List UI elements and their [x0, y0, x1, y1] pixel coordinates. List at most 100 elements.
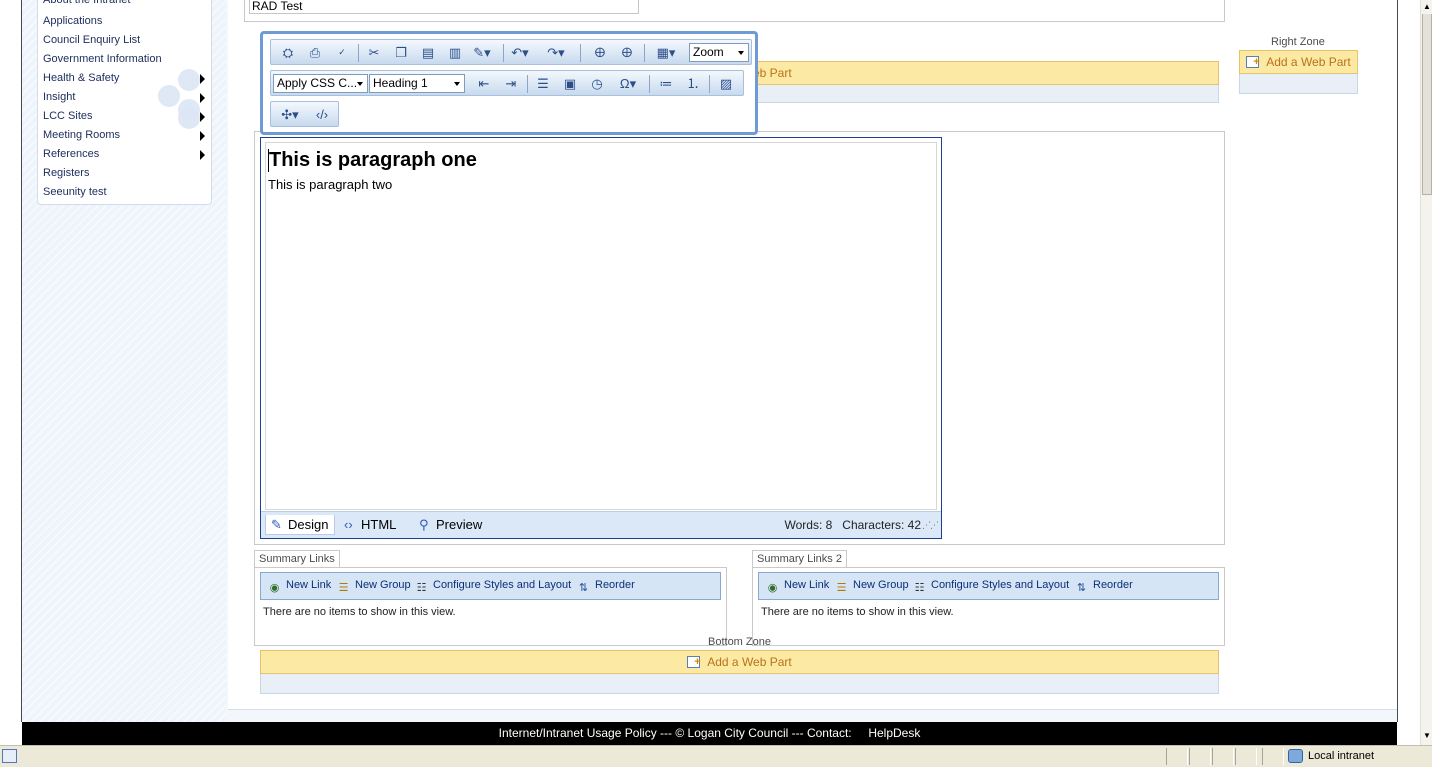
submenu-arrow-icon[interactable] [200, 74, 205, 84]
toolbar-separator [644, 44, 645, 62]
right-zone-label: Right Zone [1271, 36, 1325, 48]
paste-text-icon[interactable]: ▥ [444, 43, 466, 62]
bottom-zone-label: Bottom Zone [708, 636, 771, 648]
reorder-label: Reorder [1093, 579, 1133, 591]
quicklaunch-item-council-enquiry[interactable]: Council Enquiry List [43, 31, 140, 50]
redo-icon[interactable]: ↷▾ [545, 43, 567, 62]
globe-link-icon: ◉ [269, 582, 280, 594]
summary-links-toolbar: ◉ New Link ☰ New Group ☷ Configure Styles a… [260, 572, 721, 600]
remove-link-icon[interactable]: 🜨 [616, 43, 638, 62]
spellcheck-icon[interactable]: ✓ [331, 43, 353, 62]
quicklaunch-item-about[interactable]: About the Intranet [43, 0, 130, 10]
datetime-icon[interactable]: ◷ [586, 74, 608, 93]
css-class-select[interactable]: Apply CSS C... [273, 74, 368, 93]
indent-icon[interactable]: ⇥ [500, 74, 522, 93]
configure-styles-label: Configure Styles and Layout [433, 579, 572, 591]
quicklaunch-item-references[interactable]: References [43, 145, 99, 164]
quicklaunch-item-insight[interactable]: Insight [43, 88, 75, 107]
copy-icon[interactable]: ❐ [390, 43, 412, 62]
top-zone-add-webpart-button[interactable]: eb Part [730, 61, 1219, 85]
submenu-arrow-icon[interactable] [200, 150, 205, 160]
browser-status-bar: Local intranet [0, 745, 1432, 767]
page-title-field[interactable]: RAD Test [249, 0, 639, 14]
table-icon[interactable]: ▦▾ [651, 43, 681, 62]
numbered-list-icon[interactable]: ⒈ [682, 74, 704, 93]
tab-preview-label: Preview [436, 517, 483, 532]
toolbar-row-3: ✣▾ ‹/› [270, 101, 339, 127]
configure-styles-button[interactable]: ☷ Configure Styles and Layout [414, 579, 572, 595]
reorder-button[interactable]: ⇅ Reorder [1074, 579, 1133, 595]
editor-mode-bar: ✎ Design ‹› HTML ⚲ Preview Words: 8 Charact… [261, 511, 941, 538]
editor-content-area[interactable]: This is paragraph one This is paragraph … [265, 142, 937, 510]
print-icon[interactable]: ⎙ [304, 43, 326, 62]
editor-paragraph[interactable]: This is paragraph two [268, 177, 392, 192]
undo-icon[interactable]: ↶▾ [509, 43, 531, 62]
quicklaunch-item-lcc-sites[interactable]: LCC Sites [43, 107, 93, 126]
zoom-select[interactable]: Zoom [689, 43, 749, 62]
symbol-icon[interactable]: Ω▾ [613, 74, 643, 93]
left-gutter [0, 0, 22, 722]
status-cell [1262, 748, 1284, 765]
words-count: Words: 8 [784, 518, 833, 532]
quicklaunch-item-seeunity-test[interactable]: Seeunity test [43, 183, 107, 202]
quicklaunch-item-government[interactable]: Government Information [43, 50, 162, 69]
paste-icon[interactable]: ▤ [417, 43, 439, 62]
reorder-icon: ⇅ [578, 582, 589, 594]
editor-heading[interactable]: This is paragraph one [268, 149, 477, 172]
tab-html-label: HTML [361, 517, 397, 532]
template-icon[interactable]: ▣ [559, 74, 581, 93]
align-left-icon[interactable]: ☰ [532, 74, 554, 93]
image-icon[interactable]: ▨ [715, 74, 737, 93]
html-snippet-icon[interactable]: ‹/› [311, 105, 333, 124]
bottom-zone-add-webpart-button[interactable]: Add a Web Part [260, 650, 1219, 674]
new-link-button[interactable]: ◉ New Link [765, 579, 830, 595]
tab-design[interactable]: ✎ Design [265, 515, 336, 535]
bullet-list-icon[interactable]: ≔ [655, 74, 677, 93]
new-group-button[interactable]: ☰ New Group [336, 579, 411, 595]
toolbar-separator [503, 44, 504, 62]
security-zone-label: Local intranet [1308, 750, 1375, 762]
quicklaunch-item-applications[interactable]: Applications [43, 12, 102, 31]
new-group-label: New Group [355, 579, 411, 591]
scroll-up-icon[interactable]: ▲ [1421, 0, 1432, 14]
submenu-arrow-icon[interactable] [200, 131, 205, 141]
tab-design-label: Design [288, 517, 329, 532]
characters-count: Characters: 42 [842, 518, 921, 532]
pencil-icon: ✎ [271, 517, 282, 532]
tab-html[interactable]: ‹› HTML [339, 515, 402, 535]
scrollbar-thumb[interactable] [1422, 0, 1432, 195]
toolbar-separator [358, 44, 359, 62]
reorder-icon: ⇅ [1076, 582, 1087, 594]
rte-toolbar: ⛭ ⎙ ✓ ✂ ❐ ▤ ▥ ✎▾ ↶▾ ↷▾ 🜨 🜨 ▦▾ Zoom Apply… [260, 31, 758, 135]
new-group-button[interactable]: ☰ New Group [834, 579, 909, 595]
hyperlink-icon[interactable]: 🜨 [589, 43, 611, 62]
configure-styles-button[interactable]: ☷ Configure Styles and Layout [912, 579, 1070, 595]
vertical-scrollbar[interactable]: ▲ ▼ [1420, 0, 1432, 745]
find-icon[interactable]: ⛭ [277, 43, 299, 62]
right-zone-add-webpart-button[interactable]: Add a Web Part [1239, 50, 1358, 74]
paragraph-style-select[interactable]: Heading 1 [369, 74, 465, 93]
tab-preview[interactable]: ⚲ Preview [414, 515, 488, 535]
toolbar-separator [580, 44, 581, 62]
format-stripper-icon[interactable]: ✎▾ [471, 43, 493, 62]
status-cell [1212, 748, 1234, 765]
module-icon[interactable]: ✣▾ [275, 105, 305, 124]
add-webpart-label: Add a Web Part [1266, 55, 1351, 69]
outdent-icon[interactable]: ⇤ [473, 74, 495, 93]
new-link-label: New Link [286, 579, 332, 591]
cut-icon[interactable]: ✂ [363, 43, 385, 62]
quicklaunch-item-meeting-rooms[interactable]: Meeting Rooms [43, 126, 120, 145]
quicklaunch-item-registers[interactable]: Registers [43, 164, 89, 183]
submenu-arrow-icon[interactable] [200, 112, 205, 122]
new-link-button[interactable]: ◉ New Link [267, 579, 332, 595]
reorder-label: Reorder [595, 579, 635, 591]
submenu-arrow-icon[interactable] [200, 93, 205, 103]
quicklaunch-item-health-safety[interactable]: Health & Safety [43, 69, 119, 88]
rich-text-editor: This is paragraph one This is paragraph … [260, 137, 942, 539]
reorder-button[interactable]: ⇅ Reorder [576, 579, 635, 595]
page-status-icon [2, 749, 17, 763]
resize-grip-icon[interactable]: ⋰⋰ [922, 520, 939, 531]
helpdesk-link[interactable]: HelpDesk [868, 726, 920, 740]
scroll-down-icon[interactable]: ▼ [1421, 729, 1432, 743]
editor-word-count: Words: 8 Characters: 42 [784, 515, 921, 535]
